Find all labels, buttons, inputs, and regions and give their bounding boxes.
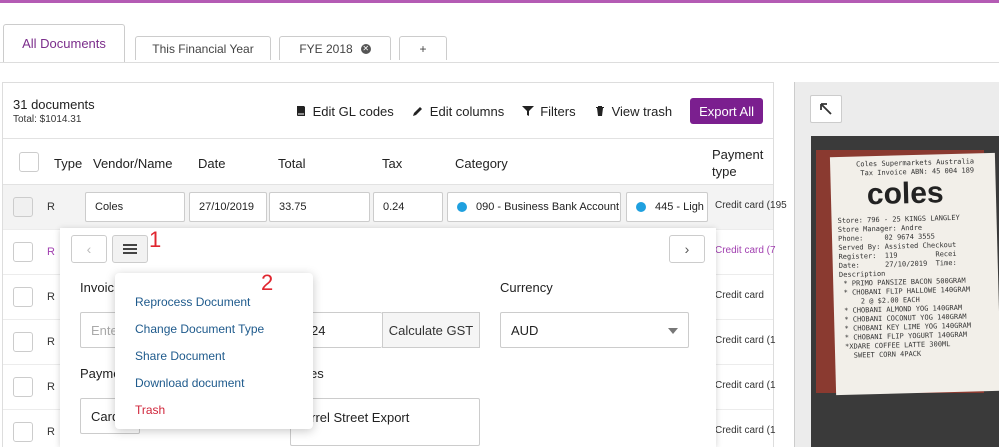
tab-all-documents[interactable]: All Documents xyxy=(3,24,125,62)
edit-gl-codes-button[interactable]: Edit GL codes xyxy=(295,104,394,119)
row-type: R xyxy=(47,291,55,303)
currency-label: Currency xyxy=(500,280,553,295)
book-icon xyxy=(296,106,305,116)
notes-textarea[interactable]: uirrel Street Export xyxy=(290,398,480,446)
payment-type: Credit card (1 xyxy=(715,425,776,436)
document-actions-menu: Reprocess Document Change Document Type … xyxy=(115,273,313,429)
edit-columns-label: Edit columns xyxy=(429,103,505,119)
row-checkbox[interactable] xyxy=(13,242,33,262)
column-header-vendor[interactable]: Vendor/Name xyxy=(93,156,173,171)
column-header-date[interactable]: Date xyxy=(198,156,225,171)
view-trash-label: View trash xyxy=(611,103,673,119)
annotation-marker-2: 2 xyxy=(261,270,274,295)
tab-label: All Documents xyxy=(22,36,106,51)
document-preview-panel: Coles Supermarkets Australia Tax Invoice… xyxy=(794,82,999,447)
export-all-button[interactable]: Export All xyxy=(690,98,763,124)
payment-type: Credit card xyxy=(715,290,764,301)
next-document-button[interactable]: › xyxy=(669,235,705,263)
previous-document-button[interactable]: ‹ xyxy=(71,235,107,263)
reprocess-document-item[interactable]: Reprocess Document xyxy=(115,288,313,315)
column-header-type[interactable]: Type xyxy=(54,156,82,171)
chevron-down-icon xyxy=(668,328,678,334)
change-document-type-item[interactable]: Change Document Type xyxy=(115,315,313,342)
row-checkbox[interactable] xyxy=(13,422,33,442)
trash-icon xyxy=(595,106,604,116)
expand-preview-button[interactable] xyxy=(810,95,842,123)
tab-fye-2018[interactable]: FYE 2018 ✕ xyxy=(279,36,391,60)
category-value: 090 - Business Bank Account xyxy=(476,201,620,213)
filters-button[interactable]: Filters xyxy=(522,103,576,119)
trash-item[interactable]: Trash xyxy=(115,396,313,423)
gl-code-value: 445 - Ligh xyxy=(655,201,704,213)
payment-type: Credit card (1 xyxy=(715,335,776,346)
row-type: R xyxy=(47,381,55,393)
edit-gl-codes-label: Edit GL codes xyxy=(312,103,394,119)
row-checkbox[interactable] xyxy=(13,197,33,217)
documents-summary: 31 documents Total: $1014.31 xyxy=(13,97,95,125)
chevron-right-icon: › xyxy=(684,241,690,257)
row-checkbox[interactable] xyxy=(13,332,33,352)
gl-code-select[interactable]: 445 - Ligh xyxy=(626,192,708,222)
currency-select[interactable]: AUD xyxy=(500,312,689,348)
date-input[interactable]: 27/10/2019 xyxy=(189,192,267,222)
payment-type: Credit card (7 xyxy=(715,245,776,256)
invoice-label: Invoic xyxy=(80,280,114,295)
column-header-total[interactable]: Total xyxy=(278,156,305,171)
filter-icon xyxy=(522,106,535,116)
documents-total: Total: $1014.31 xyxy=(13,114,82,125)
table-row-selected[interactable]: R Coles 27/10/2019 33.75 0.24 090 - Busi… xyxy=(3,185,787,230)
xero-icon xyxy=(457,202,467,212)
payment-type: Credit card (1 xyxy=(715,380,776,391)
row-type: R xyxy=(47,426,55,438)
row-type: R xyxy=(47,246,55,258)
table-header: Type Vendor/Name Date Total Tax Category… xyxy=(3,138,773,185)
tax-input[interactable]: 0.24 xyxy=(373,192,443,222)
pencil-icon xyxy=(412,107,422,116)
category-select[interactable]: 090 - Business Bank Account xyxy=(447,192,621,222)
toolbar: Edit GL codes Edit columns Filters View … xyxy=(295,98,763,124)
column-header-category[interactable]: Category xyxy=(455,156,508,171)
receipt-image: Coles Supermarkets Australia Tax Invoice… xyxy=(829,152,999,396)
row-checkbox[interactable] xyxy=(13,377,33,397)
annotation-marker-1: 1 xyxy=(149,227,162,252)
plus-icon: + xyxy=(419,41,427,56)
notes-value: uirrel Street Export xyxy=(301,410,410,425)
payment-type: Credit card (195 xyxy=(715,200,787,211)
column-header-tax[interactable]: Tax xyxy=(382,156,402,171)
document-menu-button[interactable] xyxy=(112,235,148,263)
currency-value: AUD xyxy=(511,322,539,338)
tab-label: FYE 2018 xyxy=(299,41,353,56)
column-header-payment[interactable]: Payment type xyxy=(712,146,763,180)
view-trash-button[interactable]: View trash xyxy=(594,104,672,119)
column-header-payment-line1: Payment xyxy=(712,147,764,162)
download-document-item[interactable]: Download document xyxy=(115,369,313,396)
calculate-gst-button[interactable]: Calculate GST xyxy=(382,312,480,348)
row-checkbox[interactable] xyxy=(13,287,33,307)
add-tab-button[interactable]: + xyxy=(399,36,447,60)
filters-label: Filters xyxy=(540,103,576,119)
total-input[interactable]: 33.75 xyxy=(269,192,370,222)
row-type: R xyxy=(47,336,55,348)
document-count: 31 documents xyxy=(13,97,95,112)
share-document-item[interactable]: Share Document xyxy=(115,342,313,369)
chevron-left-icon: ‹ xyxy=(86,241,92,257)
tab-label: This Financial Year xyxy=(152,41,254,56)
vendor-input[interactable]: Coles xyxy=(85,192,185,222)
coles-logo: coles xyxy=(866,176,945,212)
edit-columns-button[interactable]: Edit columns xyxy=(412,104,504,119)
row-type: R xyxy=(47,201,55,213)
column-header-payment-line2: type xyxy=(712,164,737,179)
tab-this-financial-year[interactable]: This Financial Year xyxy=(135,36,271,60)
xero-icon xyxy=(636,202,646,212)
tab-strip: All Documents This Financial Year FYE 20… xyxy=(0,3,999,63)
hamburger-menu-icon xyxy=(123,244,137,254)
select-all-checkbox[interactable] xyxy=(19,152,39,172)
arrow-expand-icon xyxy=(820,103,832,115)
close-tab-icon[interactable]: ✕ xyxy=(360,43,371,54)
